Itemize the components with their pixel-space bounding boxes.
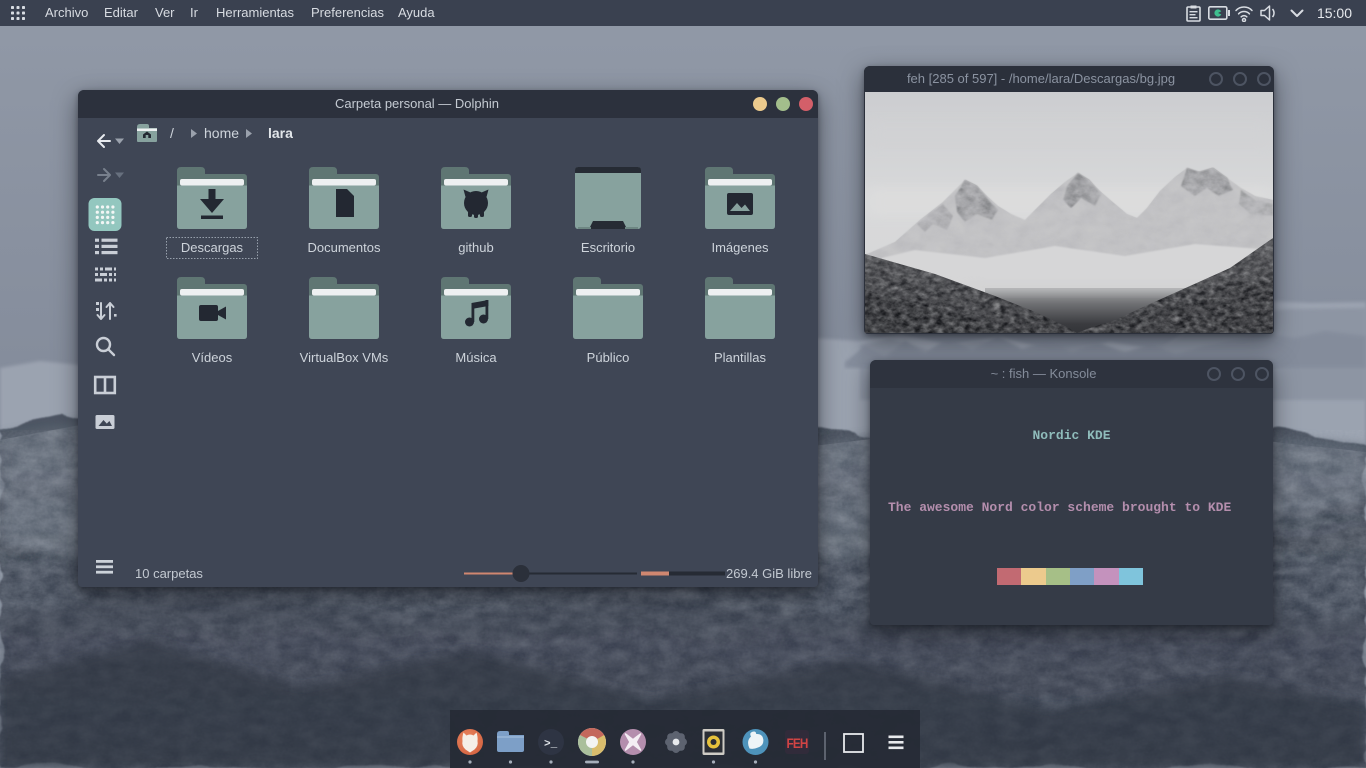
- svg-text:lara: lara: [268, 125, 293, 141]
- svg-text:/: /: [170, 125, 174, 141]
- svg-text:10 carpetas: 10 carpetas: [135, 566, 203, 581]
- svg-text:FEH: FEH: [787, 735, 809, 751]
- svg-text:269.4 GiB libre: 269.4 GiB libre: [726, 566, 812, 581]
- svg-text:home: home: [204, 125, 239, 141]
- svg-text:>_: >_: [544, 739, 558, 751]
